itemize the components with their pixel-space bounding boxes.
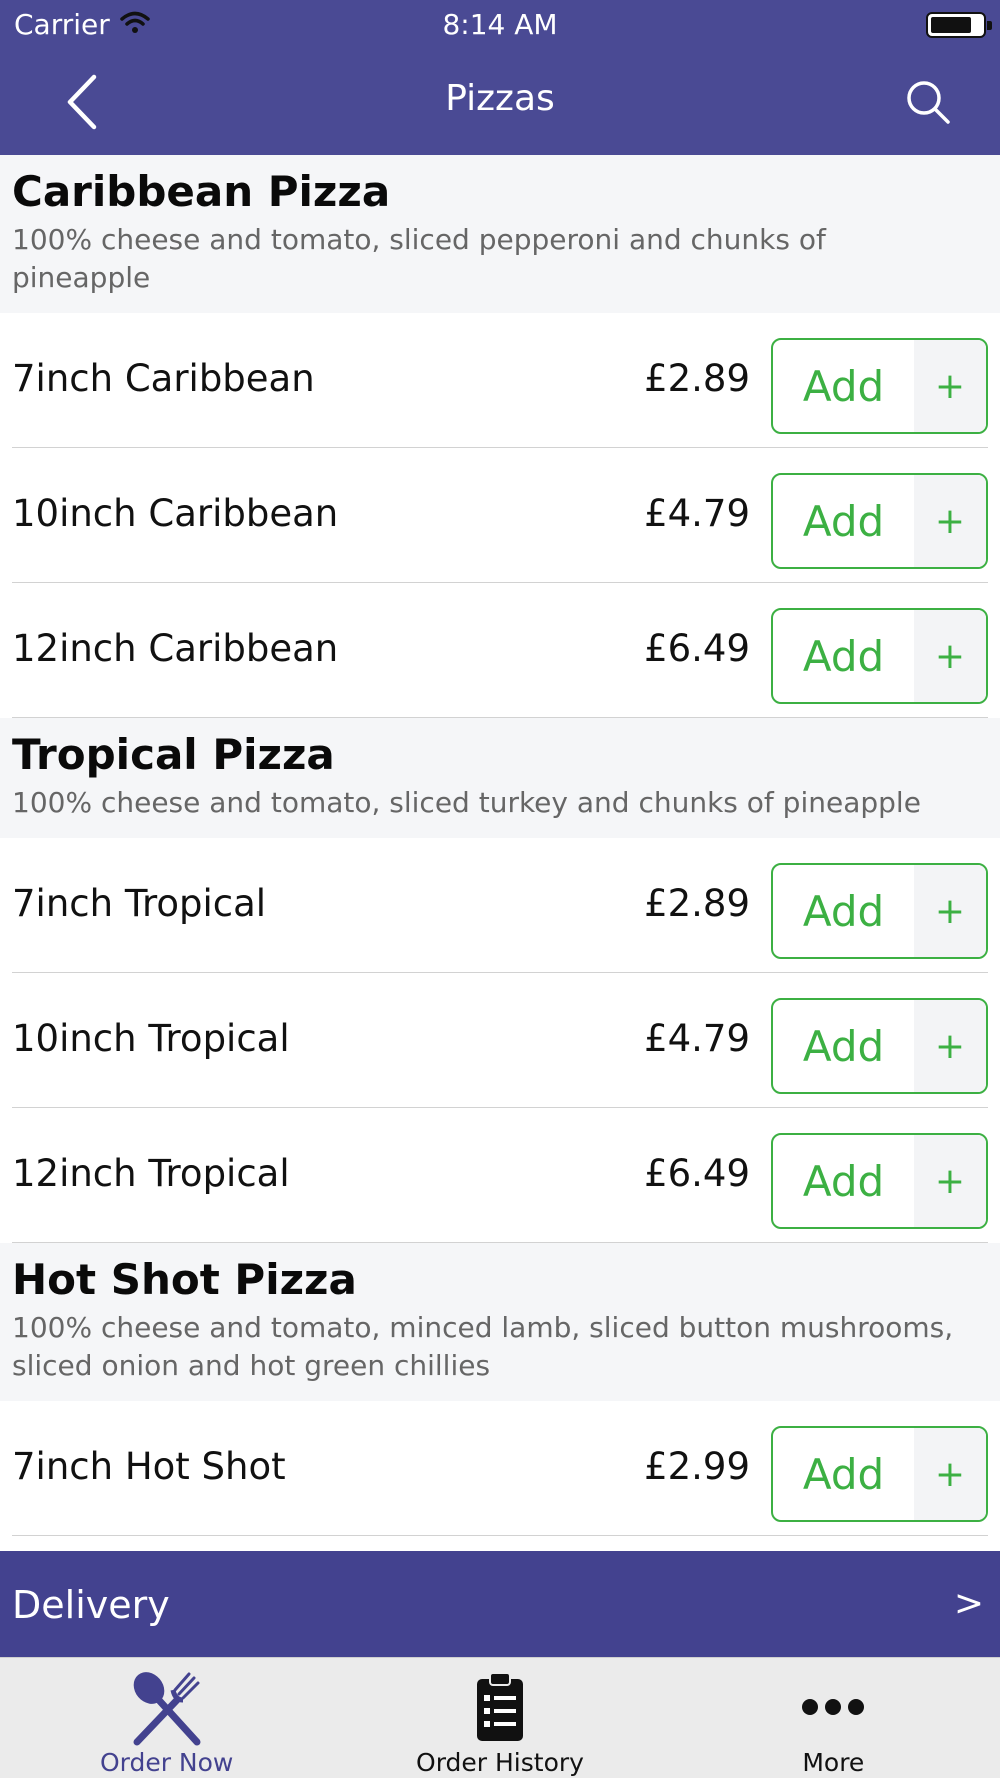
item-price: £2.89	[644, 357, 750, 400]
add-button-label: Add	[802, 496, 885, 546]
menu-item-row: 7inch Hot Shot £2.99 Add +	[0, 1401, 1000, 1536]
item-price: £4.79	[644, 492, 750, 535]
nav-bar: Pizzas	[0, 50, 1000, 155]
add-button[interactable]: Add +	[771, 1133, 988, 1229]
item-name: 10inch Caribbean	[12, 492, 339, 535]
delivery-bar[interactable]: Delivery >	[0, 1551, 1000, 1657]
item-price: £2.89	[644, 882, 750, 925]
add-button-label: Add	[802, 361, 885, 411]
menu-item-row: 7inch Caribbean £2.89 Add +	[0, 313, 1000, 448]
menu-item-row: 7inch Tropical £2.89 Add +	[0, 838, 1000, 973]
clipboard-icon	[474, 1668, 526, 1746]
add-button[interactable]: Add +	[771, 473, 988, 569]
plus-icon: +	[914, 1428, 986, 1520]
menu-item-row: 10inch Tropical £4.79 Add +	[0, 973, 1000, 1108]
page-title: Pizzas	[445, 78, 555, 119]
menu-item-row: 10inch Caribbean £4.79 Add +	[0, 448, 1000, 583]
section-description: 100% cheese and tomato, sliced turkey an…	[12, 786, 921, 819]
section-description: 100% cheese and tomato, sliced pepperoni…	[12, 223, 826, 294]
battery-icon	[926, 12, 992, 38]
add-button-label: Add	[802, 886, 885, 936]
menu-item-row-partial	[0, 1536, 1000, 1551]
item-price: £2.99	[644, 1445, 750, 1488]
divider	[12, 1242, 988, 1243]
tab-label: Order Now	[99, 1748, 234, 1777]
more-dots-icon	[801, 1668, 865, 1746]
item-name: 7inch Tropical	[12, 882, 267, 925]
add-button-label: Add	[802, 631, 885, 681]
chevron-right-icon: >	[953, 1583, 984, 1624]
fork-knife-icon	[127, 1668, 207, 1746]
item-name: 7inch Hot Shot	[12, 1445, 286, 1488]
add-button-label: Add	[802, 1156, 885, 1206]
item-price: £6.49	[644, 1152, 750, 1195]
add-button[interactable]: Add +	[771, 338, 988, 434]
tab-order-history[interactable]: Order History	[333, 1658, 666, 1778]
menu-item-row: 12inch Caribbean £6.49 Add +	[0, 583, 1000, 718]
add-button[interactable]: Add +	[771, 1426, 988, 1522]
item-name: 10inch Tropical	[12, 1017, 290, 1060]
section-title: Caribbean Pizza	[12, 167, 391, 216]
menu-item-row: 12inch Tropical £6.49 Add +	[0, 1108, 1000, 1243]
plus-icon: +	[914, 1135, 986, 1227]
item-name: 7inch Caribbean	[12, 357, 315, 400]
tab-order-now[interactable]: Order Now	[0, 1658, 333, 1778]
tab-bar: Order Now Order History More	[0, 1657, 1000, 1778]
add-button-label: Add	[802, 1021, 885, 1071]
tab-more[interactable]: More	[667, 1658, 1000, 1778]
item-price: £4.79	[644, 1017, 750, 1060]
tab-label: More	[802, 1748, 865, 1777]
add-button[interactable]: Add +	[771, 608, 988, 704]
divider	[12, 717, 988, 718]
add-button-label: Add	[802, 1449, 885, 1499]
delivery-label: Delivery	[12, 1583, 170, 1627]
plus-icon: +	[914, 1000, 986, 1092]
section-header: Hot Shot Pizza 100% cheese and tomato, m…	[0, 1243, 1000, 1401]
status-bar: Carrier 8:14 AM	[0, 0, 1000, 50]
search-icon	[907, 81, 950, 124]
plus-icon: +	[914, 475, 986, 567]
status-time: 8:14 AM	[442, 8, 558, 41]
section-header: Tropical Pizza 100% cheese and tomato, s…	[0, 718, 1000, 838]
add-button[interactable]: Add +	[771, 998, 988, 1094]
plus-icon: +	[914, 865, 986, 957]
search-button[interactable]	[900, 74, 956, 130]
item-name: 12inch Tropical	[12, 1152, 290, 1195]
section-description: 100% cheese and tomato, minced lamb, sli…	[12, 1311, 954, 1382]
section-header: Caribbean Pizza 100% cheese and tomato, …	[0, 155, 1000, 313]
item-name: 12inch Caribbean	[12, 627, 339, 670]
tab-label: Order History	[416, 1748, 584, 1777]
plus-icon: +	[914, 610, 986, 702]
add-button[interactable]: Add +	[771, 863, 988, 959]
plus-icon: +	[914, 340, 986, 432]
section-title: Hot Shot Pizza	[12, 1255, 357, 1304]
section-title: Tropical Pizza	[12, 730, 335, 779]
item-price: £6.49	[644, 627, 750, 670]
menu-list[interactable]: Caribbean Pizza 100% cheese and tomato, …	[0, 155, 1000, 1551]
